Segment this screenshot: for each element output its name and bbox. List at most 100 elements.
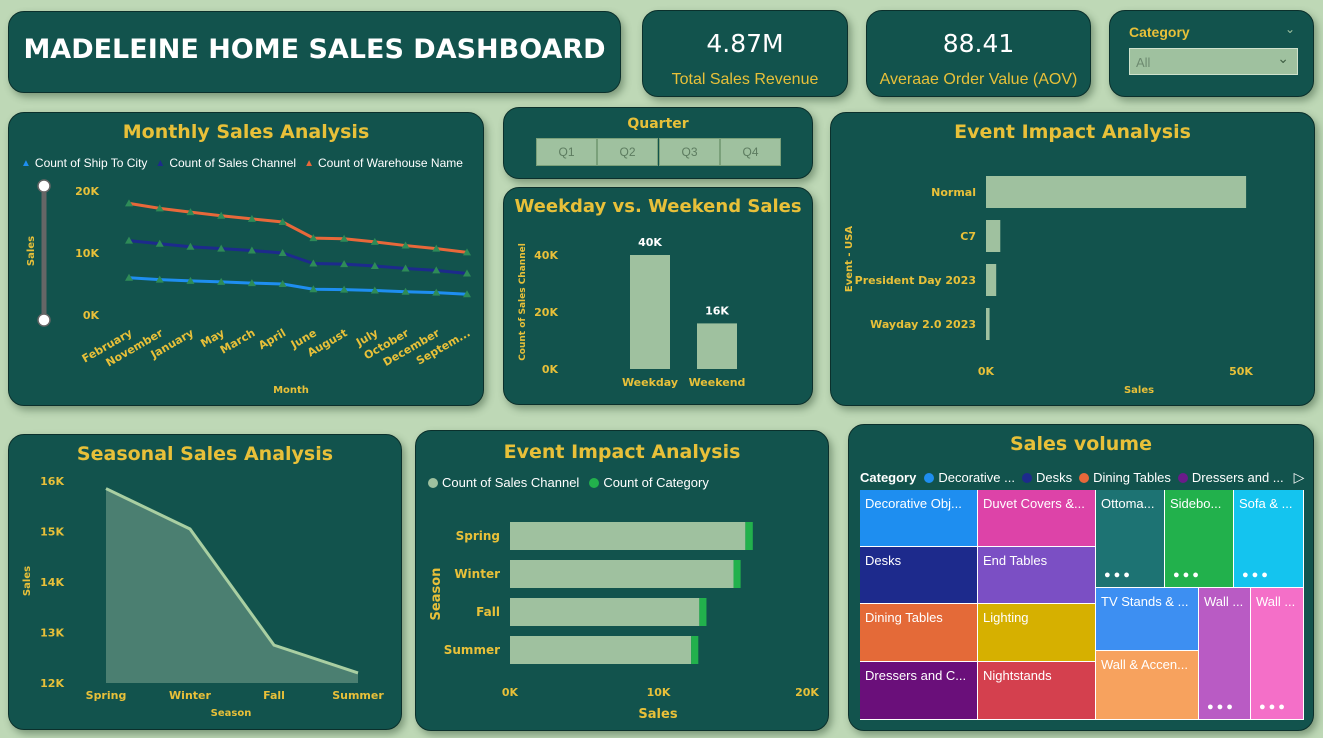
quarter-q1-button[interactable]: Q1 [536,138,597,166]
x-tick-label: Winter [169,689,211,702]
legend-dot-icon [1021,472,1032,483]
chevron-down-icon[interactable]: ⌄ [1285,22,1295,36]
seasonal-y-label: Sales [22,566,33,596]
monthly-line-chart: Sales Month 20K10K0KFebruaryNovemberJanu… [26,179,473,396]
weekday-weekend-card: Weekday vs. Weekend Sales Count of Sales… [503,187,813,405]
more-dots-icon: ●●● [1207,701,1236,713]
treemap-tile[interactable]: Wall ... ●●● [1199,588,1251,720]
dashboard-title-card: MADELEINE HOME SALES DASHBOARD [8,11,621,93]
treemap-tile[interactable]: Duvet Covers &... [978,490,1096,547]
more-dots-icon: ●●● [1104,569,1133,581]
y-tick-label: C7 [960,230,976,243]
monthly-sales-card: Monthly Sales Analysis ▲ Count of Ship T… [8,112,484,406]
treemap-tile[interactable]: Sidebo... ●●● [1165,490,1234,588]
bar [986,308,990,340]
y-tick-label: 0K [83,309,100,322]
x-tick-label: Fall [263,689,285,702]
treemap-tile[interactable]: Decorative Obj... [860,490,978,547]
y-tick-label: 14K [40,576,64,589]
legend-next-arrow-icon[interactable]: ▷ [1294,469,1305,486]
event-x-label: Sales [1124,385,1154,396]
y-tick-label: 20K [534,306,558,319]
bar [986,176,1247,208]
zoom-slider-handle-top[interactable] [37,179,51,193]
y-tick-label: 16K [40,475,64,488]
treemap-tile[interactable]: Desks [860,547,978,604]
quarter-q2-button[interactable]: Q2 [597,138,658,166]
legend-dot-icon [1177,472,1188,483]
treemap-tile-label: End Tables [983,553,1048,568]
treemap-tile-label: Nightstands [983,668,1052,683]
sales-volume-title: Sales volume [1010,433,1152,455]
seasonal-area-chart: Sales Season 16K 15K 14K 13K 12K Spring Winter… [22,475,384,719]
treemap-tile[interactable]: Sofa & ... ●●● [1234,490,1304,588]
event-impact-season-card: Event Impact Analysis Count of Sales Cha… [415,430,829,731]
treemap-tile[interactable]: End Tables [978,547,1096,604]
y-tick-label: 40K [534,249,558,262]
bar-segment [510,522,746,550]
x-tick-label: Weekend [689,376,746,389]
more-dots-icon: ●●● [1259,701,1288,713]
event-impact-bar-chart: Event - USA Sales Normal C7 President Day … [844,176,1253,396]
kpi-aov: 88.41 Averaae Order Value (AOV) [866,10,1091,97]
x-tick-label: 0K [502,686,519,699]
data-label: 40K [638,236,662,249]
treemap-tile[interactable]: Dining Tables [860,604,978,662]
bar-segment [733,560,741,588]
x-tick-label: 0K [978,365,995,378]
treemap-tile[interactable]: Nightstands [978,662,1096,720]
kpi-total-revenue: 4.87M Total Sales Revenue [642,10,848,97]
season-bar-chart: Season Sales Spring Winter Fall Summer 0K 10K… [429,522,819,722]
y-tick-label: Fall [476,605,500,619]
season-x-label: Sales [638,707,677,722]
x-tick-label: Spring [86,689,127,702]
x-tick-label: 50K [1229,365,1253,378]
monthly-x-label: Month [273,385,309,396]
treemap-tile[interactable]: Dressers and C... [860,662,978,720]
category-slicer-title: Category [1129,24,1190,40]
volume-legend: Category Decorative ... Desks Dining Tab… [860,469,1304,486]
weekday-y-label: Count of Sales Channel [518,243,528,361]
y-tick-label: Normal [931,186,976,199]
treemap-tile-label: Duvet Covers &... [983,496,1085,511]
total-revenue-label: Total Sales Revenue [671,71,819,88]
dashboard-title: MADELEINE HOME SALES DASHBOARD [23,34,606,65]
legend-dot-icon [924,472,935,483]
treemap-tile[interactable]: TV Stands & ... [1096,588,1199,651]
bar [630,255,670,369]
sales-volume-card: Sales volume Category Decorative ... Des… [848,424,1314,731]
more-dots-icon: ●●● [1242,569,1271,581]
bar-segment [745,522,753,550]
volume-legend-title: Category [860,470,917,485]
x-tick-label: 10K [647,686,671,699]
treemap-tile-label: Wall & Accen... [1101,657,1188,672]
season-y-label: Season [429,568,444,621]
treemap-tile[interactable]: Wall & Accen... [1096,651,1199,720]
aov-label: Averaae Order Value (AOV) [879,71,1078,88]
treemap: Decorative Obj... Desks Dining Tables Dress… [860,490,1304,720]
weekday-bar-chart: Count of Sales Channel 40K 20K 0K 40K Weekda… [518,236,746,389]
quarter-q3-button[interactable]: Q3 [659,138,720,166]
treemap-tile[interactable]: Wall ... ●●● [1251,588,1304,720]
treemap-tile[interactable]: Ottoma... ●●● [1096,490,1165,588]
event-impact-top-card: Event Impact Analysis Event - USA Sales … [830,112,1315,406]
monthly-y-label: Sales [26,236,37,266]
treemap-tile-label: Sidebo... [1170,496,1222,511]
category-dropdown[interactable]: All ⌄ [1129,48,1298,75]
data-label: 16K [705,304,729,317]
y-tick-label: Wayday 2.0 2023 [870,318,976,331]
bar-segment [510,560,734,588]
category-dropdown-value: All [1136,55,1151,70]
zoom-slider-handle-bottom[interactable] [37,313,51,327]
category-slicer: Category ⌄ All ⌄ [1109,10,1314,97]
quarter-slicer-title: Quarter [627,116,689,132]
treemap-tile-label: Lighting [983,610,1029,625]
treemap-tile[interactable]: Lighting [978,604,1096,662]
aov-value: 88.41 [942,29,1015,58]
y-tick-label: 15K [40,526,64,539]
quarter-q4-button[interactable]: Q4 [720,138,781,166]
treemap-tile-label: Ottoma... [1101,496,1155,511]
treemap-tile-label: Wall ... [1256,594,1296,609]
treemap-tile-label: Wall ... [1204,594,1244,609]
bar [986,220,1001,252]
